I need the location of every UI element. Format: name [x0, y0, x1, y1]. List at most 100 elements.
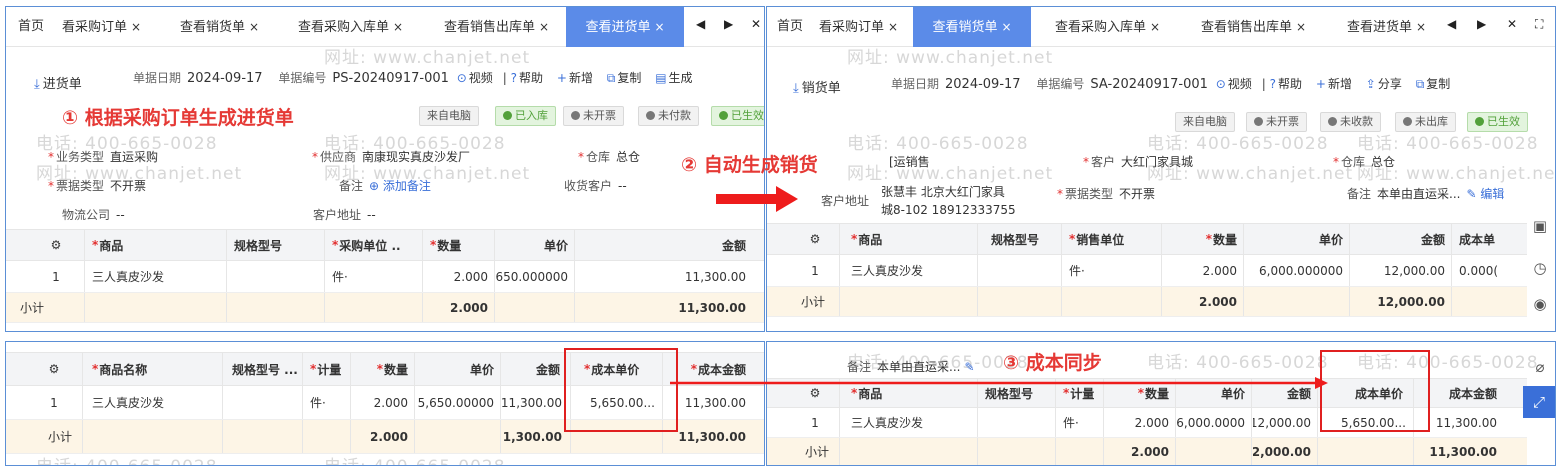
- watermark: 电话: 400-665-0028: [36, 452, 218, 465]
- close-icon[interactable]: ×: [539, 20, 549, 34]
- document-icon: ⤓: [34, 77, 40, 92]
- close-icon[interactable]: ×: [393, 20, 403, 34]
- field-customer-address[interactable]: 客户地址: [821, 184, 875, 208]
- settings-icon[interactable]: ⚙: [795, 224, 835, 254]
- close-icon[interactable]: ×: [888, 20, 898, 34]
- close-icon[interactable]: ×: [1416, 20, 1426, 34]
- plus-circle-icon: ⊕: [369, 179, 383, 193]
- sales-slip-window: 首页 看采购订单 × 查看销货单 × 查看采购入库单 × 查看销售出库单 × 查看进货单…: [766, 6, 1556, 332]
- tab-purchase-inbound[interactable]: 查看采购入库单 ×: [1055, 7, 1160, 47]
- tab-sales-slip[interactable]: 查看销货单 ×: [913, 7, 1031, 47]
- annotation-step1: ① 根据采购订单生成进货单: [62, 107, 294, 129]
- field-invoice-type[interactable]: * 票据类型 不开票: [1057, 185, 1155, 202]
- generate-icon: ▤: [655, 71, 667, 85]
- expand-icon: ⤢: [1532, 393, 1545, 411]
- col-cost-price: 成本单: [1459, 232, 1496, 247]
- tab-purchase-order[interactable]: 看采购订单 ×: [819, 7, 898, 47]
- field-supplier[interactable]: * 供应商 南康现实真皮沙发厂: [312, 148, 470, 165]
- field-remark[interactable]: 备注 本单由直运采... ✎: [847, 358, 975, 375]
- copy-button[interactable]: ⧉ 复制: [1416, 77, 1451, 91]
- help-button[interactable]: ? 帮助: [1270, 77, 1302, 91]
- tab-home[interactable]: 首页: [18, 7, 44, 47]
- purchase-receipt-window: 首页 看采购订单 × 查看销货单 × 查看采购入库单 × 查看销售出库单 × 查看进货单…: [5, 6, 765, 332]
- field-customer[interactable]: * 客户 大红门家具城: [1083, 153, 1193, 170]
- annotation-step2: ② 自动生成销货: [681, 154, 818, 176]
- col-price: 单价: [469, 362, 494, 377]
- field-business-type[interactable]: [运销售: [889, 153, 930, 170]
- add-remark-link[interactable]: ⊕ 添加备注: [369, 179, 431, 193]
- field-remark[interactable]: 备注 ⊕ 添加备注: [339, 177, 431, 194]
- close-window-icon[interactable]: ✕: [751, 17, 761, 31]
- tab-purchase-inbound[interactable]: 查看采购入库单 ×: [298, 7, 403, 47]
- field-receiving-customer[interactable]: 收货客户 --: [564, 177, 627, 194]
- status-badge: 未开票: [563, 106, 624, 126]
- edit-icon[interactable]: ✎: [964, 360, 974, 374]
- history-icon[interactable]: ◷: [1527, 255, 1553, 281]
- table-row[interactable]: 1 三人真皮沙发 件· 2.000 6,000.000000 12,000.00…: [767, 255, 1527, 287]
- field-logistics[interactable]: 物流公司 --: [62, 206, 125, 223]
- close-icon[interactable]: ×: [1150, 20, 1160, 34]
- document-toolbar: 单据日期 2024-09-17 单据编号 SA-20240917-001 ⊙ 视频 | …: [891, 77, 1451, 92]
- tab-prev-icon[interactable]: ◀: [1447, 17, 1456, 31]
- tab-sales-outbound[interactable]: 查看销售出库单 ×: [444, 7, 549, 47]
- col-cost-amount: 成本金额: [1448, 386, 1497, 401]
- status-badge: 未出库: [1395, 112, 1456, 132]
- share-button[interactable]: ⇪ 分享: [1366, 77, 1402, 91]
- field-invoice-type[interactable]: * 票据类型 不开票: [48, 177, 146, 194]
- status-badge: 来自电脑: [419, 106, 479, 126]
- attachment-icon[interactable]: ⌀: [1527, 354, 1553, 380]
- fullscreen-icon[interactable]: ⛶: [1535, 17, 1543, 32]
- document-toolbar: 单据日期 2024-09-17 单据编号 PS-20240917-001 ⊙ 视频 | …: [133, 71, 693, 86]
- tab-sales-outbound[interactable]: 查看销售出库单 ×: [1201, 7, 1306, 47]
- close-icon[interactable]: ×: [249, 20, 259, 34]
- tab-sales-slip[interactable]: 查看销货单 ×: [180, 7, 259, 47]
- col-spec: 规格型号: [991, 232, 1040, 247]
- new-button[interactable]: + 新增: [557, 71, 593, 85]
- field-warehouse[interactable]: * 仓库 总仓: [1333, 153, 1395, 170]
- field-customer-address[interactable]: 客户地址 --: [313, 206, 376, 223]
- note-icon[interactable]: ▣: [1527, 213, 1553, 239]
- edit-remark-link[interactable]: ✎ 编辑: [1466, 187, 1504, 201]
- col-qty: 数量: [437, 238, 462, 253]
- owed-icon[interactable]: ◉: [1527, 291, 1553, 317]
- generate-button[interactable]: ▤ 生成: [655, 71, 692, 85]
- help-button[interactable]: ? 帮助: [511, 71, 543, 85]
- new-button[interactable]: + 新增: [1316, 77, 1352, 91]
- field-address-line2: 城8-102 18912333755: [881, 203, 1016, 217]
- tab-prev-icon[interactable]: ◀: [696, 17, 705, 31]
- watermark: 电话: 400-665-0028: [1147, 134, 1329, 154]
- tab-next-icon[interactable]: ▶: [724, 17, 733, 31]
- play-icon: ⊙: [456, 71, 467, 85]
- status-badge: 未开票: [1246, 112, 1307, 132]
- field-business-type[interactable]: * 业务类型 直运采购: [48, 148, 158, 165]
- copy-button[interactable]: ⧉ 复制: [607, 71, 642, 85]
- col-product: 商品: [99, 238, 124, 253]
- table-row[interactable]: 1 三人真皮沙发 件· 2.000 5,650.000000 11,300.00: [6, 261, 764, 293]
- page-title: ⤓ 销货单: [793, 81, 841, 96]
- tab-bar: 首页 看采购订单 × 查看销货单 × 查看采购入库单 × 查看销售出库单 × 查看进货单…: [767, 7, 1555, 47]
- field-warehouse[interactable]: * 仓库 总仓: [578, 148, 640, 165]
- tab-purchase-order[interactable]: 看采购订单 ×: [62, 7, 141, 47]
- col-spec: 规格型号 ...: [232, 362, 298, 377]
- video-button[interactable]: ⊙ 视频: [1216, 77, 1252, 91]
- close-window-icon[interactable]: ✕: [1507, 17, 1517, 31]
- close-icon[interactable]: ×: [131, 20, 141, 34]
- document-number: PS-20240917-001: [332, 71, 449, 86]
- tab-home[interactable]: 首页: [777, 7, 803, 47]
- settings-icon[interactable]: ⚙: [36, 230, 76, 260]
- tab-next-icon[interactable]: ▶: [1477, 17, 1486, 31]
- document-number: SA-20240917-001: [1090, 77, 1208, 92]
- settings-icon[interactable]: ⚙: [34, 353, 74, 385]
- video-button[interactable]: ⊙ 视频: [457, 71, 493, 85]
- page-title: ⤓ 进货单: [34, 77, 82, 92]
- expand-button[interactable]: ⤢: [1523, 386, 1555, 418]
- highlight-cost-price: [1320, 350, 1430, 432]
- purchase-cost-table: 电话: 400-665-0028 电话: 400-665-0028 网址: ww…: [5, 341, 765, 466]
- tab-purchase-receipt[interactable]: 查看进货单 ×: [1347, 7, 1426, 47]
- field-remark[interactable]: 备注 本单由直运采... ✎ 编辑: [1347, 185, 1504, 202]
- close-icon[interactable]: ×: [1296, 20, 1306, 34]
- close-icon[interactable]: ×: [654, 20, 664, 34]
- arrow-right-icon: [716, 186, 798, 212]
- close-icon[interactable]: ×: [1001, 20, 1011, 34]
- tab-purchase-receipt[interactable]: 查看进货单 ×: [566, 7, 684, 47]
